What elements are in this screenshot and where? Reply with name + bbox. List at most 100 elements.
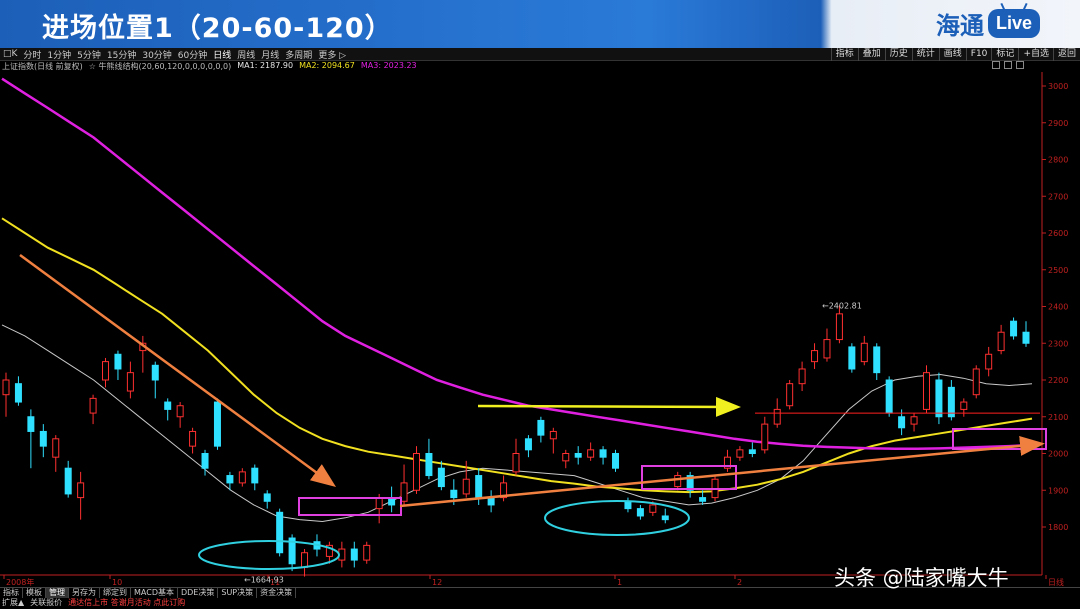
indicator-name[interactable]: ☆ 牛熊线结构(20,60,120,0,0,0,0,0,0) — [89, 61, 231, 72]
period-tab[interactable]: 分时 — [20, 48, 44, 61]
candle-down — [450, 489, 458, 499]
candle-down — [263, 493, 271, 502]
x-tick-label: 2008年 — [6, 577, 34, 587]
indicator-button[interactable]: 指标 — [830, 48, 858, 61]
candle-up — [52, 438, 60, 458]
candle-down — [213, 401, 221, 447]
bottom-tab[interactable]: 指标 — [0, 588, 23, 598]
period-toolbar: □K 分时 1分钟 5分钟 15分钟 30分钟 60分钟 日线 周线 月线 多周… — [0, 48, 1080, 61]
candle-down — [1010, 320, 1018, 337]
candle-up — [102, 361, 110, 381]
period-tab[interactable]: 60分钟 — [175, 48, 210, 61]
logo-text: 海通 — [935, 12, 984, 40]
period-tab[interactable]: 30分钟 — [139, 48, 174, 61]
candle-down — [487, 497, 495, 506]
bottom-tab[interactable]: DDE决策 — [178, 588, 219, 598]
candle-up — [649, 504, 657, 513]
window-control-icon[interactable] — [1016, 61, 1024, 69]
bottom-tab[interactable]: MACD基本 — [131, 588, 178, 598]
chart-window-controls — [992, 61, 1024, 69]
y-tick-label: 2600 — [1048, 229, 1068, 238]
overlay-button[interactable]: 叠加 — [857, 48, 885, 61]
back-button[interactable]: 返回 — [1052, 48, 1080, 61]
uptrend-arrow — [399, 435, 1045, 508]
candle-up — [176, 405, 184, 418]
period-tab[interactable]: 15分钟 — [104, 48, 139, 61]
bottom-tab[interactable]: 绑定到 — [100, 588, 131, 598]
candle-up — [89, 397, 97, 414]
ma1-readout: MA1: 2187.90 — [237, 61, 294, 70]
y-tick-label: 2900 — [1048, 119, 1068, 128]
candle-down — [201, 453, 209, 469]
bottom-tab[interactable]: 模板 — [23, 588, 46, 598]
candle-up — [412, 453, 420, 491]
bottom-tab[interactable]: 另存为 — [69, 588, 100, 598]
candle-down — [39, 430, 47, 447]
period-tab[interactable]: 周线 — [234, 48, 258, 61]
history-button[interactable]: 历史 — [884, 48, 912, 61]
low-annotation: ←1664.93 — [244, 576, 284, 585]
candle-down — [475, 475, 483, 499]
candle-up — [860, 342, 868, 363]
y-tick-label: 2800 — [1048, 156, 1068, 165]
period-tab[interactable]: 5分钟 — [74, 48, 104, 61]
y-tick-label: 3000 — [1048, 82, 1068, 91]
period-tab[interactable]: 月线 — [258, 48, 282, 61]
candle-up — [238, 471, 246, 484]
live-badge: Live — [987, 9, 1040, 38]
kline-toggle[interactable]: □K — [0, 49, 20, 59]
candle-up — [960, 401, 968, 410]
add-watchlist-button[interactable]: +自选 — [1018, 48, 1053, 61]
watermark: 头条 @陆家嘴大牛 — [834, 566, 1009, 590]
candle-down — [276, 511, 284, 554]
high-annotation: ←2402.81 — [822, 301, 862, 310]
mark-button[interactable]: 标记 — [991, 48, 1018, 61]
bottom-tab[interactable]: 资金决策 — [257, 588, 297, 598]
candle-down — [425, 453, 433, 477]
y-tick-label: 2500 — [1048, 266, 1068, 275]
y-tick-label: 2700 — [1048, 192, 1068, 201]
stats-button[interactable]: 统计 — [911, 48, 939, 61]
ma3-readout: MA3: 2023.23 — [360, 61, 417, 70]
related-quote-link[interactable]: 关联报价 — [30, 598, 62, 609]
candle-up — [910, 416, 918, 425]
period-tab[interactable]: 多周期 — [282, 48, 315, 61]
candle-down — [64, 467, 72, 495]
candle-down — [537, 419, 545, 436]
period-tab[interactable]: 1分钟 — [44, 48, 74, 61]
candle-up — [375, 497, 383, 510]
bottom-tab[interactable]: SUP决策 — [218, 588, 258, 598]
candle-up — [587, 449, 595, 458]
candle-down — [898, 416, 906, 429]
low-zone-oval — [198, 540, 340, 570]
bottom-tab-active[interactable]: 管理 — [46, 588, 69, 598]
x-tick-label: 1 — [617, 578, 622, 587]
downtrend-arrow — [19, 253, 337, 487]
candle-down — [524, 438, 532, 451]
expand-button[interactable]: 扩展▲ — [2, 598, 24, 609]
window-control-icon[interactable] — [1004, 61, 1012, 69]
candle-down — [935, 379, 943, 418]
period-tab-active[interactable]: 日线 — [210, 48, 234, 61]
y-tick-label: 1800 — [1048, 523, 1068, 532]
window-control-icon[interactable] — [992, 61, 1000, 69]
candle-down — [1022, 331, 1030, 344]
candle-down — [114, 353, 122, 370]
candle-up — [997, 331, 1005, 352]
f10-button[interactable]: F10 — [965, 48, 992, 61]
y-tick-label: 2300 — [1048, 339, 1068, 348]
candlestick-chart[interactable]: 1800 1900 2000 2100 2200 2300 2400 2500 2600 2700… — [0, 72, 1080, 587]
candle-down — [350, 548, 358, 561]
promo-link[interactable]: 通达信上市 答谢月活动 点此订购 — [68, 598, 185, 609]
candle-down — [226, 475, 234, 484]
y-tick-label: 2000 — [1048, 450, 1068, 459]
candle-down — [848, 346, 856, 370]
entry-box — [298, 497, 402, 516]
y-tick-label: 2100 — [1048, 413, 1068, 422]
draw-button[interactable]: 画线 — [938, 48, 966, 61]
more-periods-button[interactable]: 更多 ▷ — [315, 48, 349, 61]
candle-up — [985, 353, 993, 370]
slide-title: 进场位置1（20-60-120） — [42, 13, 393, 44]
candle-up — [835, 313, 843, 341]
chart-infobar: 上证指数(日线 前复权) ☆ 牛熊线结构(20,60,120,0,0,0,0,0… — [0, 61, 1080, 72]
